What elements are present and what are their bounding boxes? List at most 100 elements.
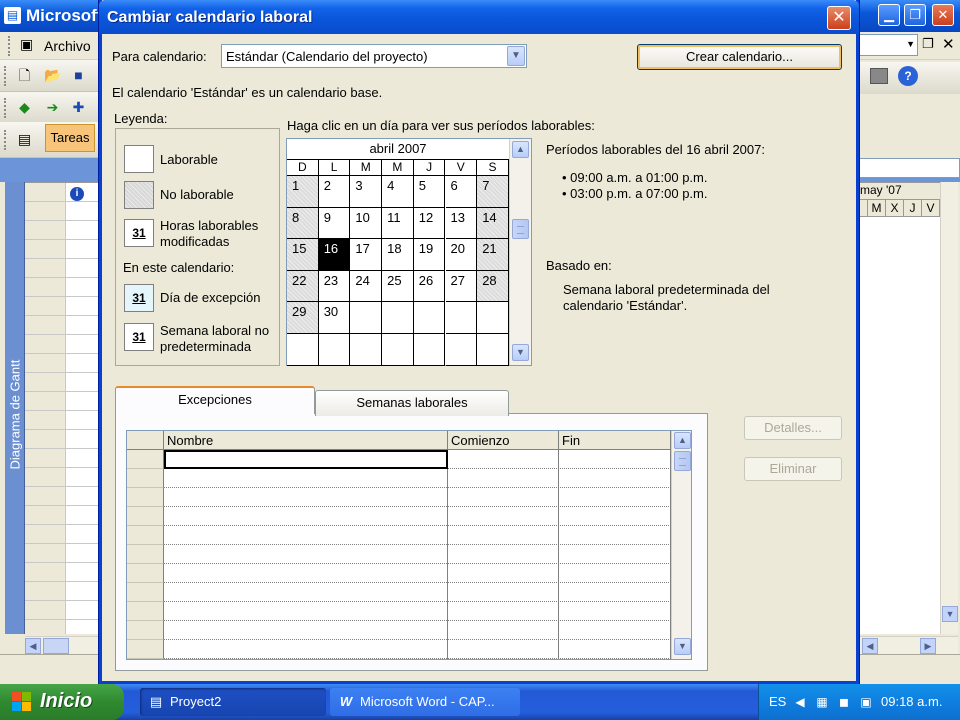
table-cell[interactable] bbox=[164, 640, 448, 659]
table-cell[interactable] bbox=[448, 640, 559, 659]
row-header[interactable] bbox=[127, 450, 164, 469]
calendar-day[interactable]: 20 bbox=[445, 239, 478, 271]
table-row[interactable] bbox=[127, 545, 671, 564]
table-row[interactable] bbox=[127, 602, 671, 621]
table-row[interactable] bbox=[127, 583, 671, 602]
maximize-icon[interactable]: ❐ bbox=[904, 4, 926, 26]
save-icon[interactable]: ■ bbox=[70, 67, 87, 84]
app-close-icon[interactable]: ✕ bbox=[932, 4, 954, 26]
taskbar-item-project[interactable]: ▤ Proyect2 bbox=[140, 688, 326, 716]
add-icon[interactable]: ✚ bbox=[70, 99, 87, 116]
table-cell[interactable] bbox=[559, 621, 671, 640]
table-cell[interactable] bbox=[164, 602, 448, 621]
open-folder-icon[interactable]: 📂 bbox=[44, 67, 61, 84]
taskbar-item-word[interactable]: W Microsoft Word - CAP... bbox=[330, 688, 520, 716]
table-cell[interactable] bbox=[559, 469, 671, 488]
calendar-day[interactable]: 25 bbox=[382, 270, 414, 303]
restore-doc-icon[interactable]: ❐ bbox=[922, 36, 934, 52]
table-row[interactable] bbox=[127, 488, 671, 507]
right-combo-box[interactable]: ▼ bbox=[858, 34, 918, 56]
calendar-day[interactable]: 4 bbox=[382, 176, 414, 208]
scroll-up-icon[interactable]: ▲ bbox=[512, 141, 529, 158]
calendar-day[interactable]: 13 bbox=[445, 207, 478, 240]
calendar-day[interactable]: 15 bbox=[287, 239, 319, 271]
row-header[interactable] bbox=[127, 621, 164, 640]
calendar-day[interactable]: 29 bbox=[287, 302, 319, 334]
calendar-day[interactable]: 10 bbox=[350, 207, 383, 240]
task-grid[interactable] bbox=[25, 182, 100, 634]
create-calendar-button[interactable]: Crear calendario... bbox=[637, 44, 842, 70]
network-icon[interactable]: ▦ bbox=[813, 693, 831, 711]
scroll-left-icon[interactable]: ◀ bbox=[862, 638, 878, 654]
dropdown-arrow-icon[interactable]: ▼ bbox=[507, 46, 525, 66]
table-cell[interactable] bbox=[448, 507, 559, 526]
table-row[interactable] bbox=[127, 450, 671, 469]
table-cell[interactable] bbox=[164, 488, 448, 507]
table-row[interactable] bbox=[127, 469, 671, 488]
row-header[interactable] bbox=[127, 564, 164, 583]
back-circle-icon[interactable]: ◀ bbox=[791, 693, 809, 711]
calendar-day[interactable]: 12 bbox=[413, 207, 446, 240]
table-scrollbar[interactable]: ▲ ▼ bbox=[671, 431, 691, 659]
scroll-right-icon[interactable]: ▶ bbox=[920, 638, 936, 654]
table-cell[interactable] bbox=[164, 469, 448, 488]
table-row[interactable] bbox=[127, 507, 671, 526]
close-doc-icon[interactable]: ✕ bbox=[942, 35, 955, 53]
right-entry-field[interactable] bbox=[858, 158, 960, 178]
start-button[interactable]: Inicio bbox=[0, 684, 124, 720]
row-header[interactable] bbox=[127, 545, 164, 564]
table-cell[interactable] bbox=[448, 564, 559, 583]
row-header[interactable] bbox=[127, 507, 164, 526]
table-cell[interactable] bbox=[164, 450, 448, 469]
new-file-icon[interactable]: 🗋 bbox=[16, 67, 33, 84]
table-row[interactable] bbox=[127, 621, 671, 640]
calendar-day[interactable]: 9 bbox=[318, 207, 351, 240]
table-cell[interactable] bbox=[559, 526, 671, 545]
table-cell[interactable] bbox=[164, 507, 448, 526]
table-cell[interactable] bbox=[448, 526, 559, 545]
menu-archivo[interactable]: Archivo bbox=[44, 38, 91, 54]
table-cell[interactable] bbox=[448, 621, 559, 640]
row-header[interactable] bbox=[127, 488, 164, 507]
row-header[interactable] bbox=[127, 640, 164, 659]
gantt-horizontal-scrollbar[interactable]: ◀ ▶ bbox=[858, 636, 958, 654]
minimize-icon[interactable]: ▁ bbox=[878, 4, 900, 26]
calendar-day[interactable]: 16 bbox=[318, 239, 351, 271]
table-cell[interactable] bbox=[559, 545, 671, 564]
scroll-thumb[interactable] bbox=[43, 638, 69, 654]
table-row[interactable] bbox=[127, 526, 671, 545]
table-cell[interactable] bbox=[559, 583, 671, 602]
table-cell[interactable] bbox=[448, 583, 559, 602]
help-icon[interactable]: ? bbox=[898, 66, 918, 86]
column-header-finish[interactable]: Fin bbox=[559, 431, 671, 450]
table-row[interactable] bbox=[127, 564, 671, 583]
tasks-button[interactable]: Tareas bbox=[45, 124, 95, 152]
delete-button[interactable]: Eliminar bbox=[744, 457, 842, 481]
calendar-day[interactable]: 22 bbox=[287, 270, 319, 303]
table-cell[interactable] bbox=[559, 488, 671, 507]
scroll-thumb[interactable] bbox=[674, 451, 691, 471]
details-button[interactable]: Detalles... bbox=[744, 416, 842, 440]
calendar-day[interactable]: 30 bbox=[318, 302, 351, 334]
tab-work-weeks[interactable]: Semanas laborales bbox=[315, 390, 509, 416]
gantt-vertical-scrollbar[interactable]: ▼ bbox=[940, 182, 958, 634]
calendar-day[interactable]: 23 bbox=[318, 270, 351, 303]
calendar-scrollbar[interactable]: ▲ ▼ bbox=[509, 139, 531, 365]
calendar-day[interactable]: 11 bbox=[382, 207, 414, 240]
scroll-left-icon[interactable]: ◀ bbox=[25, 638, 41, 654]
calendar-day[interactable]: 18 bbox=[382, 239, 414, 271]
calendar-day[interactable]: 6 bbox=[445, 176, 478, 208]
table-cell[interactable] bbox=[559, 640, 671, 659]
calendar-day[interactable]: 1 bbox=[287, 176, 319, 208]
calendar-day[interactable]: 24 bbox=[350, 270, 383, 303]
column-header-name[interactable]: Nombre bbox=[164, 431, 448, 450]
calendar-day[interactable]: 14 bbox=[477, 207, 509, 240]
table-cell[interactable] bbox=[164, 526, 448, 545]
table-cell[interactable] bbox=[164, 564, 448, 583]
media-icon[interactable]: ◼ bbox=[835, 693, 853, 711]
calendar-day[interactable]: 26 bbox=[413, 270, 446, 303]
calendar-day[interactable]: 8 bbox=[287, 207, 319, 240]
grid-horizontal-scrollbar[interactable]: ◀ bbox=[25, 636, 100, 654]
language-indicator[interactable]: ES bbox=[769, 694, 786, 709]
scroll-down-icon[interactable]: ▼ bbox=[942, 606, 958, 622]
